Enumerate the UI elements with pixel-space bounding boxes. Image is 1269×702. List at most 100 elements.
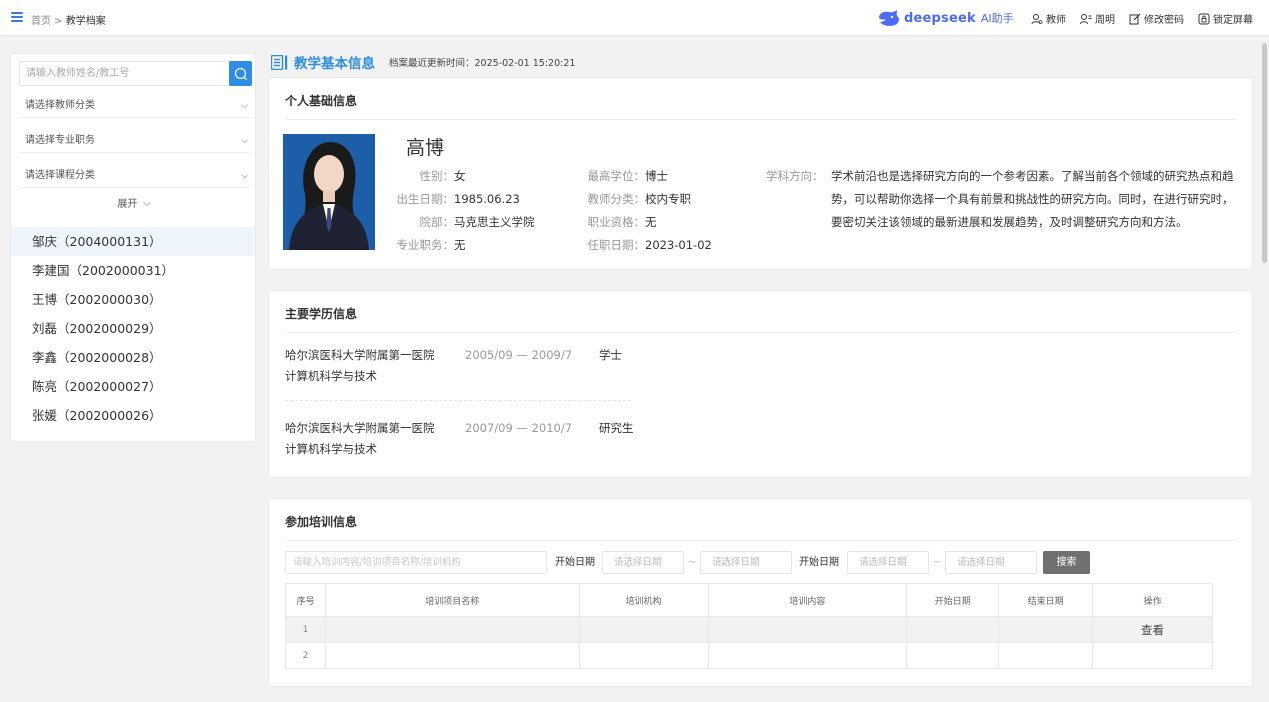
edu-major: 计算机科学与技术	[285, 369, 377, 383]
chevron-down-icon	[241, 104, 248, 109]
research-direction-text: 学术前沿也是选择研究方向的一个参考因素。了解当前各个领域的研究热点和趋势，可以帮…	[831, 169, 1234, 229]
end-date-to-input[interactable]: 请选择日期	[945, 551, 1037, 574]
row-index: 2	[285, 642, 326, 669]
role-label: 教师	[1046, 15, 1066, 26]
education-card: 主要学历信息 哈尔滨医科大学附属第一医院 2005/09 — 2009/7 学士 计…	[268, 290, 1253, 478]
lock-screen-button[interactable]: 锁定屏幕	[1198, 11, 1253, 26]
table-cell	[324, 616, 580, 643]
teacher-list-item[interactable]: 李鑫（2002000028）	[11, 343, 255, 372]
portrait-image	[283, 134, 375, 250]
field-highest-degree: 最高学位：博士	[582, 168, 669, 184]
field-value: 博士	[645, 169, 668, 183]
chevron-down-icon	[142, 201, 151, 207]
page-scrollbar[interactable]	[1262, 43, 1267, 263]
column-header: 培训项目名称	[324, 583, 580, 617]
change-password-button[interactable]: 修改密码	[1129, 11, 1184, 26]
start-date-label-2: 开始日期	[799, 557, 839, 568]
field-professional-title: 专业职务：无	[391, 237, 466, 253]
field-appointment-date: 任职日期：2023-01-02	[582, 237, 712, 253]
section-header: 教学基本信息 档案最近更新时间：2025-02-01 15:20:21	[271, 52, 575, 72]
breadcrumb-separator: >	[51, 16, 66, 27]
training-keyword-input[interactable]: 请输入培训内容/培训项目名称/培训机构	[285, 551, 547, 574]
divider	[285, 119, 1236, 120]
field-value: 1985.06.23	[454, 192, 520, 206]
deepseek-assistant-link[interactable]: deepseek AI助手	[877, 9, 1014, 27]
divider	[285, 400, 631, 401]
change-password-label: 修改密码	[1144, 15, 1184, 26]
divider	[285, 540, 1236, 541]
end-date-from-input[interactable]: 请选择日期	[847, 551, 929, 574]
field-value: 马克思主义学院	[454, 215, 535, 229]
field-birthdate: 出生日期：1985.06.23	[391, 191, 520, 207]
field-qualification: 职业资格：无	[582, 214, 657, 230]
table-cell	[707, 642, 908, 669]
table-row[interactable]: 1 查看	[285, 616, 1213, 643]
edu-period: 2005/09 — 2009/7	[465, 348, 573, 362]
table-cell	[578, 642, 709, 669]
field-value: 女	[454, 169, 466, 183]
top-actions: 教师 周明 修改密码 锁定屏幕	[1031, 11, 1253, 26]
table-cell: 查看	[1092, 616, 1213, 643]
last-updated-time: 2025-02-01 15:20:21	[474, 58, 576, 69]
teacher-list-item[interactable]: 邹庆（2004000131）	[11, 227, 255, 256]
user-icon	[1031, 13, 1043, 24]
chevron-down-icon	[241, 174, 248, 179]
table-cell	[1092, 642, 1213, 669]
menu-icon[interactable]	[11, 12, 23, 22]
professional-title-select[interactable]: 请选择专业职务	[19, 130, 252, 153]
teacher-list-item[interactable]: 王博（2002000030）	[11, 285, 255, 314]
field-department: 院部：马克思主义学院	[391, 214, 535, 230]
teacher-photo	[283, 134, 375, 250]
column-header: 结束日期	[998, 583, 1094, 617]
professional-title-placeholder: 请选择专业职务	[25, 135, 95, 146]
user-name-button[interactable]: 周明	[1080, 11, 1115, 26]
field-label: 出生日期：	[396, 192, 455, 206]
table-cell	[998, 616, 1094, 643]
user-list-icon	[1080, 13, 1092, 24]
expand-filters-button[interactable]: 展开	[11, 195, 257, 210]
range-separator: ~	[933, 557, 942, 568]
start-date-label: 开始日期	[555, 557, 595, 568]
teacher-category-select[interactable]: 请选择教师分类	[19, 95, 252, 118]
table-row[interactable]: 2	[285, 642, 1213, 669]
table-cell	[906, 642, 1000, 669]
teacher-list: 邹庆（2004000131） 李建国（2002000031） 王博（200200…	[11, 227, 255, 430]
personal-info-title: 个人基础信息	[285, 94, 358, 108]
teacher-category-placeholder: 请选择教师分类	[25, 100, 95, 111]
chevron-down-icon	[241, 139, 248, 144]
education-title: 主要学历信息	[285, 307, 358, 321]
edu-school: 哈尔滨医科大学附属第一医院	[285, 421, 435, 435]
field-label: 性别：	[419, 169, 455, 183]
teacher-list-item[interactable]: 刘磊（2002000029）	[11, 314, 255, 343]
research-direction-label: 学科方向：	[766, 169, 824, 183]
breadcrumb-home[interactable]: 首页	[31, 16, 51, 27]
edu-degree: 研究生	[599, 421, 634, 435]
teacher-list-item[interactable]: 陈亮（2002000027）	[11, 372, 255, 401]
personal-info-card: 个人基础信息 高博 性别：女 出生日期：1985.06.23 院部：马克思主义学…	[268, 77, 1253, 270]
column-header: 开始日期	[906, 583, 1000, 617]
teacher-search	[19, 61, 252, 86]
training-search-button[interactable]: 搜索	[1043, 551, 1090, 574]
teacher-list-item[interactable]: 张媛（2002000026）	[11, 401, 255, 430]
field-value: 校内专职	[645, 192, 691, 206]
teacher-search-button[interactable]	[229, 61, 252, 86]
edu-school: 哈尔滨医科大学附属第一医院	[285, 348, 435, 362]
lock-icon	[1198, 13, 1210, 24]
field-label: 院部：	[419, 215, 455, 229]
education-item: 哈尔滨医科大学附属第一医院 2005/09 — 2009/7 学士 计算机科学与技术	[285, 347, 622, 384]
course-category-select[interactable]: 请选择课程分类	[19, 165, 252, 188]
role-teacher-button[interactable]: 教师	[1031, 11, 1066, 26]
teacher-list-item[interactable]: 李建国（2002000031）	[11, 256, 255, 285]
start-date-to-input[interactable]: 请选择日期	[700, 551, 792, 574]
teacher-name: 高博	[406, 137, 445, 159]
view-button[interactable]: 查看	[1141, 623, 1164, 637]
document-list-icon	[271, 54, 288, 70]
field-label: 教师分类：	[587, 192, 646, 206]
section-title: 教学基本信息	[294, 56, 375, 72]
teacher-search-input[interactable]	[20, 62, 220, 85]
top-bar: 首页 > 教学档案 deepseek AI助手 教师 周明 修改密码 锁定屏幕	[0, 0, 1269, 36]
whale-logo-icon	[879, 10, 899, 26]
edu-degree: 学士	[599, 348, 622, 362]
start-date-from-input[interactable]: 请选择日期	[602, 551, 684, 574]
field-value: 2023-01-02	[645, 238, 712, 252]
